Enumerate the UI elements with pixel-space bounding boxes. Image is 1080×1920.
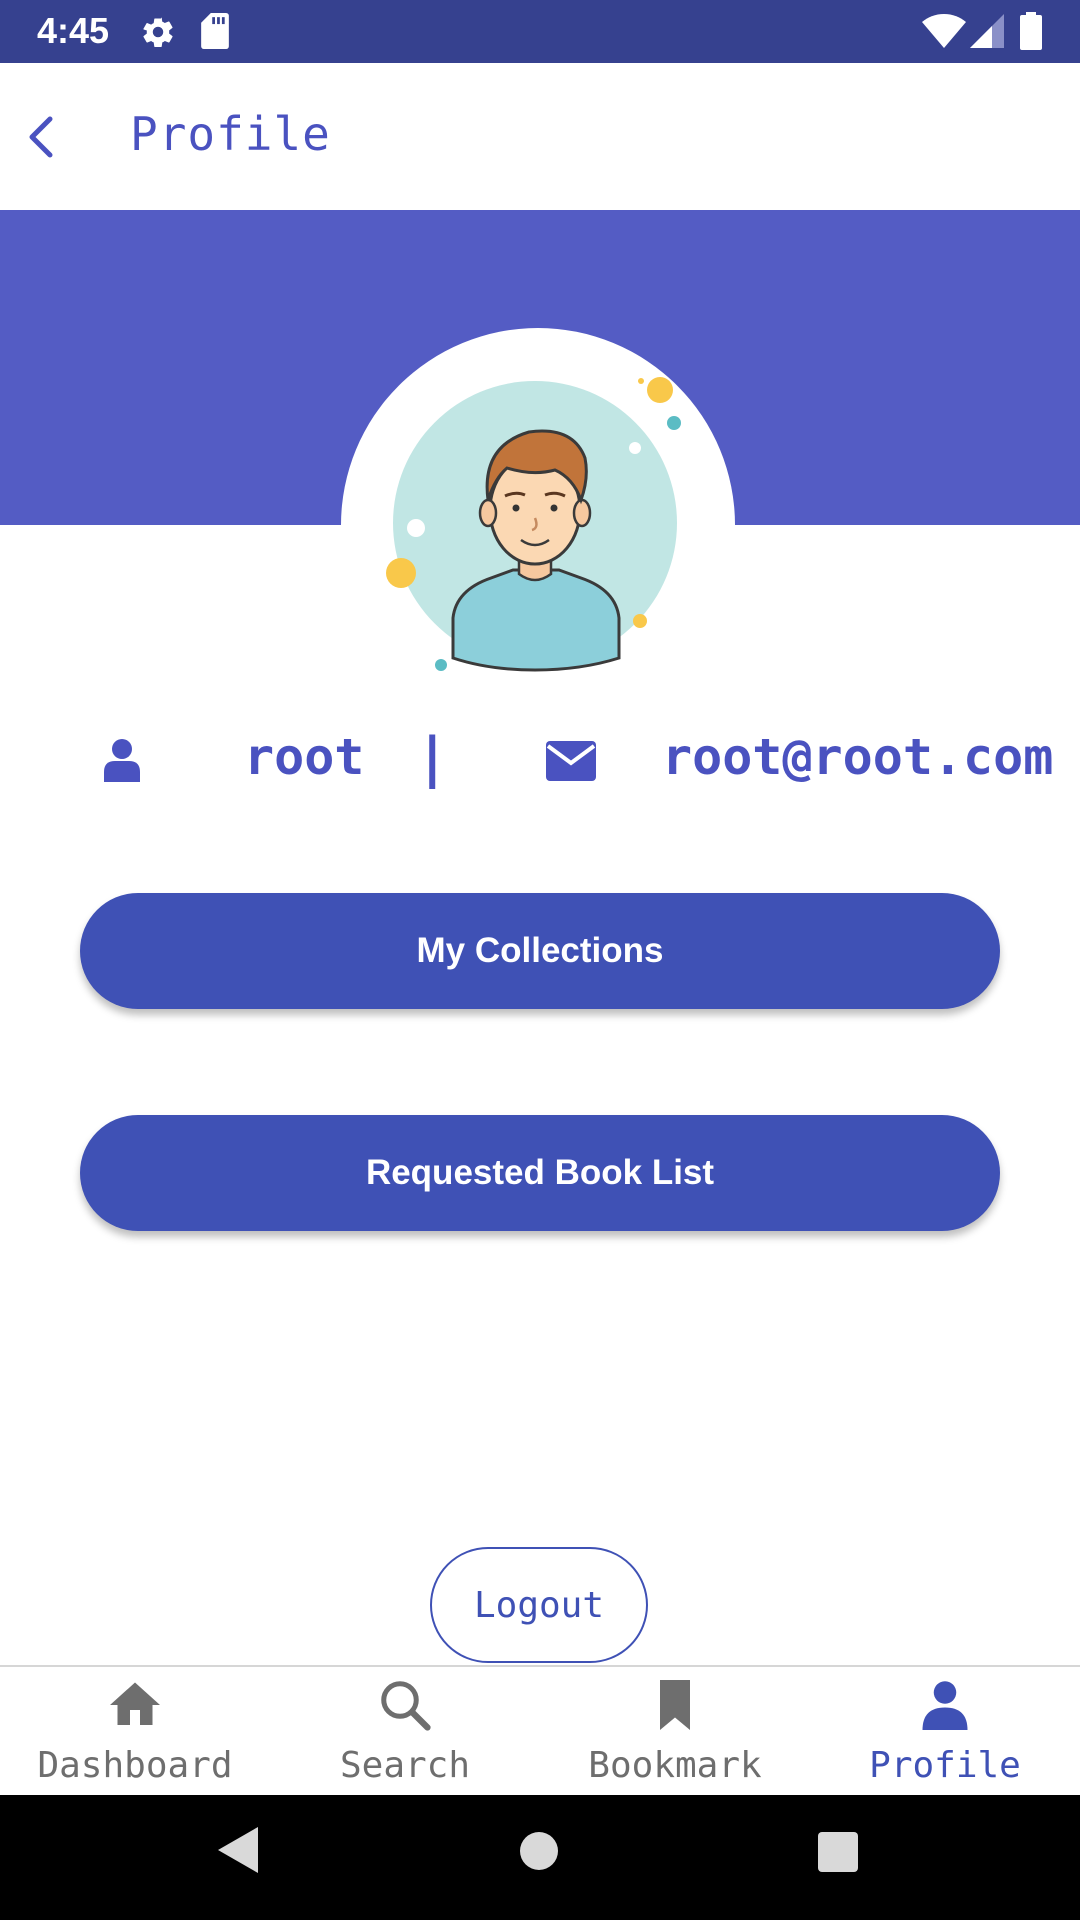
logout-button[interactable]: Logout bbox=[430, 1547, 648, 1663]
username: root bbox=[244, 728, 365, 786]
nav-label-dashboard: Dashboard bbox=[37, 1745, 233, 1786]
nav-label-search: Search bbox=[339, 1745, 471, 1786]
search-icon bbox=[381, 1681, 431, 1731]
user-icon bbox=[104, 739, 140, 782]
nav-item-profile[interactable]: Profile bbox=[810, 1667, 1080, 1797]
envelope-icon bbox=[546, 741, 596, 781]
sd-card-icon bbox=[201, 13, 229, 49]
nav-item-bookmark[interactable]: Bookmark bbox=[540, 1667, 810, 1797]
system-navigation-bar bbox=[0, 1795, 1080, 1920]
bottom-navigation: Dashboard Search Bookmark Profile bbox=[0, 1665, 1080, 1797]
profile-info-row: root | root@root.com bbox=[0, 720, 1080, 800]
system-back-icon[interactable] bbox=[218, 1827, 258, 1873]
system-home-icon[interactable] bbox=[520, 1832, 558, 1870]
system-recents-icon[interactable] bbox=[818, 1832, 858, 1872]
email: root@root.com bbox=[662, 728, 1054, 786]
my-collections-button[interactable]: My Collections bbox=[80, 893, 1000, 1009]
settings-gear-icon bbox=[143, 17, 173, 48]
nav-label-profile: Profile bbox=[869, 1745, 1021, 1786]
battery-icon bbox=[1020, 12, 1042, 50]
wifi-icon bbox=[922, 14, 966, 48]
back-arrow-icon[interactable] bbox=[20, 107, 60, 167]
nav-label-bookmark: Bookmark bbox=[588, 1745, 762, 1786]
status-bar: 4:45 bbox=[0, 0, 1080, 63]
app-bar: Profile bbox=[0, 63, 1080, 210]
status-time: 4:45 bbox=[37, 10, 110, 51]
avatar bbox=[386, 377, 681, 672]
nav-item-dashboard[interactable]: Dashboard bbox=[0, 1667, 270, 1797]
info-separator: | bbox=[416, 726, 449, 789]
home-icon bbox=[110, 1682, 160, 1725]
nav-item-search[interactable]: Search bbox=[270, 1667, 540, 1797]
bookmark-icon bbox=[660, 1680, 690, 1730]
page-title: Profile bbox=[130, 107, 331, 161]
requested-book-list-button[interactable]: Requested Book List bbox=[80, 1115, 1000, 1231]
cellular-signal-icon bbox=[970, 14, 1004, 48]
person-icon bbox=[922, 1681, 968, 1730]
